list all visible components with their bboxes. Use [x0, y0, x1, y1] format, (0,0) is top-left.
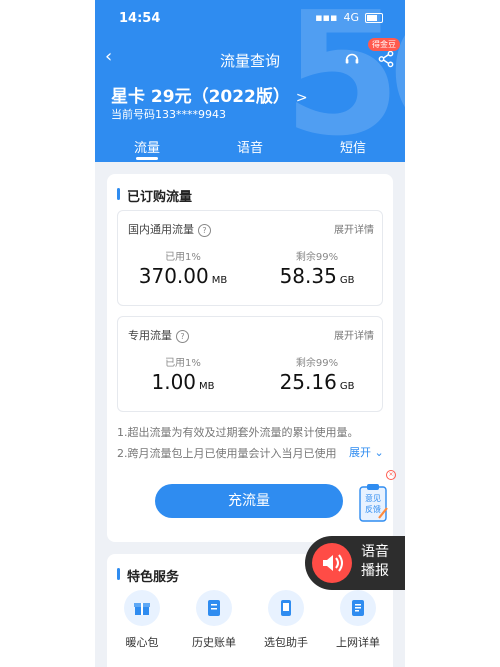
remain-label: 剩余99% [295, 358, 339, 369]
remain-number: 58.35 [279, 264, 337, 288]
service-history-bill[interactable]: 历史账单 [179, 590, 249, 650]
remain-unit: GB [339, 275, 355, 286]
feedback-icon[interactable]: 意见 反馈 [359, 484, 389, 524]
tab-bar: 流量 语音 短信 [95, 134, 405, 162]
used-label: 已用1% [165, 358, 201, 369]
remain-label: 剩余99% [295, 252, 339, 263]
customer-service-icon[interactable] [343, 50, 361, 68]
bill-icon [196, 590, 232, 626]
recharge-data-button[interactable]: 充流量 [155, 484, 343, 518]
phone-number: 当前号码133****9943 [111, 108, 226, 121]
service-warm-pack[interactable]: 暖心包 [107, 590, 177, 650]
services-title: 特色服务 [127, 570, 180, 585]
help-icon[interactable]: ? [176, 330, 189, 343]
tab-sms[interactable]: 短信 [323, 137, 383, 156]
box-name-text: 国内通用流量 [128, 223, 194, 236]
phone-icon [268, 590, 304, 626]
service-label: 选包助手 [264, 636, 308, 649]
box-name: 专用流量? [128, 327, 189, 343]
note-1: 1.超出流量为有效及过期套外流量的累计使用量。 [117, 426, 359, 439]
service-plan-helper[interactable]: 选包助手 [251, 590, 321, 650]
used-value: 1.00 MB [118, 370, 248, 394]
share-icon[interactable] [377, 50, 395, 68]
used-unit: MB [211, 275, 228, 286]
section-marker [117, 568, 120, 580]
voice-line-1: 语音 [361, 544, 389, 560]
plan-chevron-icon: > [295, 90, 308, 106]
tab-data[interactable]: 流量 [117, 137, 177, 160]
plan-title: 星卡 29元（2022版） [111, 87, 290, 107]
battery-icon [365, 12, 383, 23]
voice-line-2: 播报 [361, 563, 389, 579]
box-name-text: 专用流量 [128, 329, 172, 342]
ordered-title: 已订购流量 [127, 190, 193, 205]
tab-voice[interactable]: 语音 [220, 137, 280, 156]
status-bar: 14:54 ▪▪▪ 4G [95, 0, 405, 36]
used-number: 370.00 [138, 264, 209, 288]
plan-name[interactable]: 星卡 29元（2022版） > [111, 82, 308, 107]
expand-notes-link[interactable]: 展开 ⌄ [345, 444, 384, 460]
header-banner: 5G 14:54 ▪▪▪ 4G ‹ 流量查询 得金豆 [95, 0, 405, 162]
expand-detail-link[interactable]: 展开详情 [334, 221, 374, 236]
beans-badge[interactable]: 得金豆 [368, 38, 400, 51]
voice-label: 语音 播报 [361, 543, 389, 581]
network-label: 4G [343, 11, 359, 24]
ordered-data-card: 已订购流量 国内通用流量? 展开详情 已用1% 剩余99% 370.00 MB 5… [107, 174, 393, 542]
used-unit: MB [199, 381, 215, 392]
voice-broadcast-button[interactable]: 语音 播报 [305, 536, 405, 590]
status-time: 14:54 [119, 11, 161, 26]
speaker-icon [312, 543, 352, 583]
remain-number: 25.16 [279, 370, 337, 394]
service-label: 上网详单 [336, 636, 380, 649]
dedicated-data-box: 专用流量? 展开详情 已用1% 剩余99% 1.00 MB 25.16 GB [117, 316, 383, 412]
used-number: 1.00 [151, 370, 197, 394]
remain-value: 25.16 GB [252, 370, 382, 394]
domestic-data-box: 国内通用流量? 展开详情 已用1% 剩余99% 370.00 MB 58.35 GB [117, 210, 383, 306]
signal-icon: ▪▪▪ [315, 11, 338, 24]
status-right: ▪▪▪ 4G [315, 11, 383, 24]
service-label: 历史账单 [192, 636, 236, 649]
remain-value: 58.35 GB [252, 264, 382, 288]
expand-detail-link[interactable]: 展开详情 [334, 327, 374, 342]
nav-bar: ‹ 流量查询 [95, 40, 405, 74]
box-name: 国内通用流量? [128, 221, 211, 237]
used-label: 已用1% [165, 252, 201, 263]
note-2: 2.跨月流量包上月已使用量会计入当月已使用 [117, 447, 337, 460]
gift-icon [124, 590, 160, 626]
chevron-down-icon: ⌄ [374, 446, 384, 459]
help-icon[interactable]: ? [198, 224, 211, 237]
feedback-line-2: 反馈 [365, 504, 381, 514]
section-marker [117, 188, 120, 200]
service-usage-detail[interactable]: 上网详单 [323, 590, 393, 650]
list-icon [340, 590, 376, 626]
close-icon[interactable]: × [386, 470, 396, 480]
expand-text: 展开 [349, 446, 371, 459]
feedback-line-1: 意见 [365, 493, 381, 503]
service-label: 暖心包 [125, 636, 159, 649]
remain-unit: GB [339, 381, 355, 392]
used-value: 370.00 MB [118, 264, 248, 288]
